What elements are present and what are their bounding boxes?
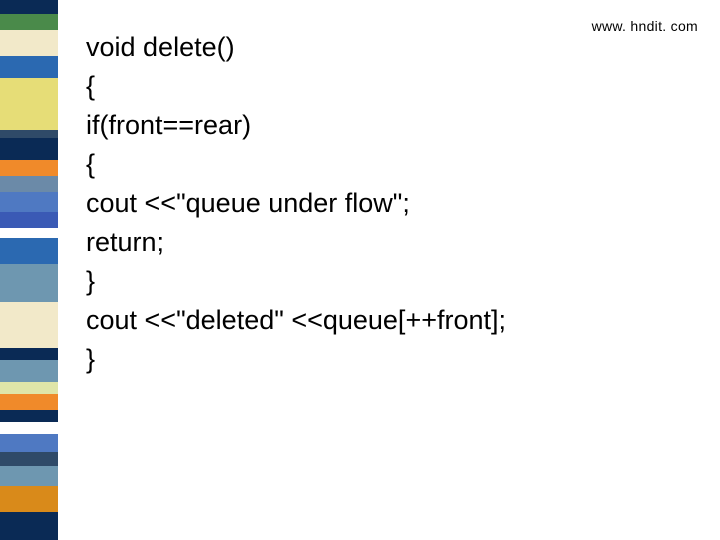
code-line: cout <<"deleted" <<queue[++front];: [86, 301, 696, 340]
decorative-sidebar: [0, 0, 58, 540]
decorative-stripe: [0, 130, 58, 138]
decorative-stripe: [0, 56, 58, 78]
decorative-stripe: [0, 78, 58, 130]
decorative-stripe: [0, 176, 58, 192]
code-block: void delete(){if(front==rear){cout <<"qu…: [86, 28, 696, 379]
decorative-stripe: [0, 238, 58, 264]
decorative-stripe: [0, 264, 58, 302]
decorative-stripe: [0, 394, 58, 410]
code-line: }: [86, 262, 696, 301]
code-line: cout <<"queue under flow";: [86, 184, 696, 223]
decorative-stripe: [0, 466, 58, 486]
code-line: }: [86, 340, 696, 379]
code-line: {: [86, 145, 696, 184]
code-line: if(front==rear): [86, 106, 696, 145]
decorative-stripe: [0, 410, 58, 422]
decorative-stripe: [0, 452, 58, 466]
decorative-stripe: [0, 302, 58, 348]
decorative-stripe: [0, 228, 58, 238]
decorative-stripe: [0, 512, 58, 540]
decorative-stripe: [0, 348, 58, 360]
decorative-stripe: [0, 192, 58, 212]
decorative-stripe: [0, 486, 58, 512]
code-line: void delete(): [86, 28, 696, 67]
code-line: {: [86, 67, 696, 106]
decorative-stripe: [0, 0, 58, 14]
decorative-stripe: [0, 212, 58, 228]
decorative-stripe: [0, 14, 58, 30]
decorative-stripe: [0, 160, 58, 176]
decorative-stripe: [0, 138, 58, 160]
code-line: return;: [86, 223, 696, 262]
decorative-stripe: [0, 382, 58, 394]
decorative-stripe: [0, 422, 58, 434]
decorative-stripe: [0, 30, 58, 56]
decorative-stripe: [0, 360, 58, 382]
decorative-stripe: [0, 434, 58, 452]
